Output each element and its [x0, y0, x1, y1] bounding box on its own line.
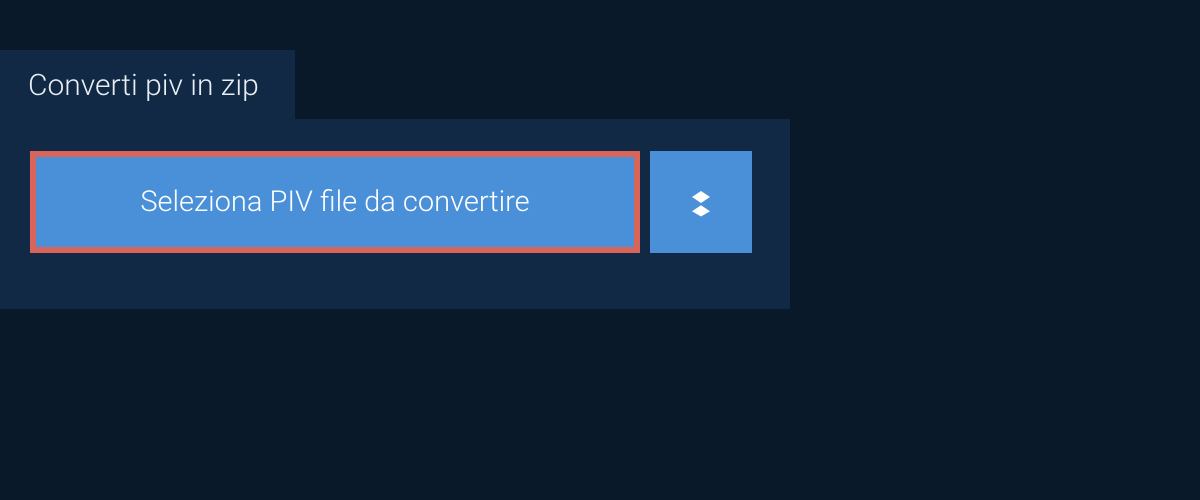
tab-container: Converti piv in zip	[0, 50, 295, 121]
dropbox-button[interactable]	[650, 151, 752, 253]
select-file-label: Seleziona PIV file da convertire	[140, 185, 529, 219]
tab-convert[interactable]: Converti piv in zip	[0, 50, 295, 121]
select-file-button[interactable]: Seleziona PIV file da convertire	[30, 151, 640, 253]
button-row: Seleziona PIV file da convertire	[30, 151, 760, 253]
dropbox-icon	[683, 182, 719, 222]
tab-title: Converti piv in zip	[28, 68, 259, 103]
conversion-panel: Seleziona PIV file da convertire	[0, 119, 790, 309]
